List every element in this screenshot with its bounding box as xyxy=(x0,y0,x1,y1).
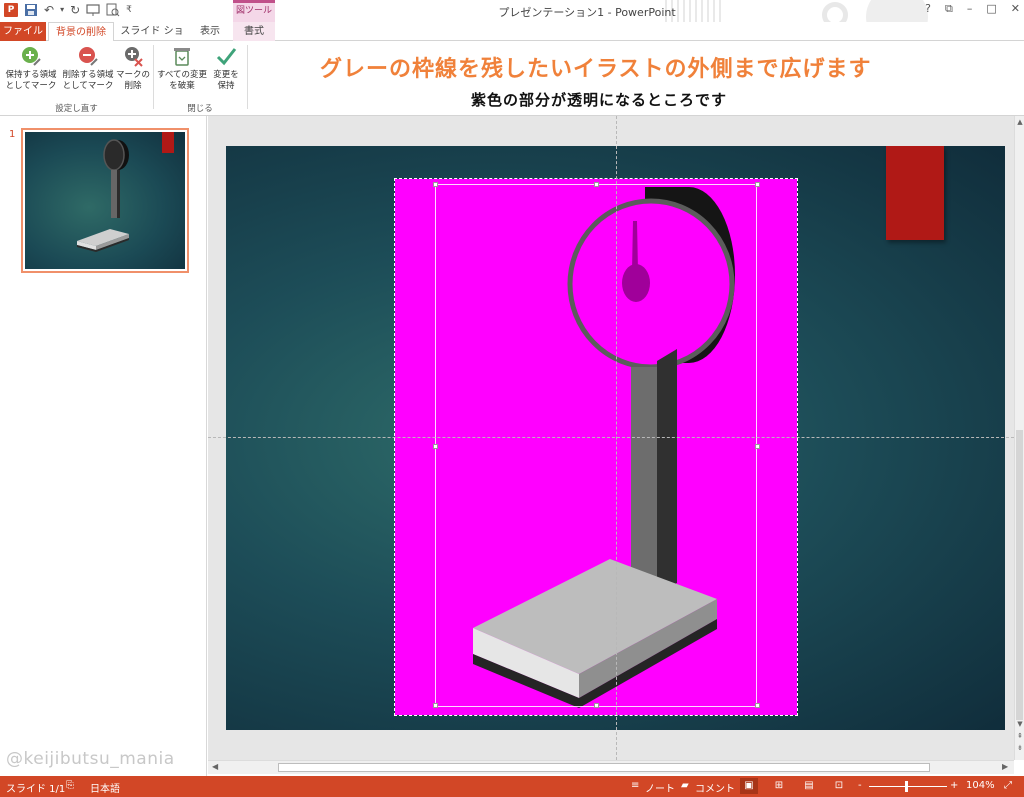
maximize-button[interactable]: □ xyxy=(986,2,996,16)
vertical-guide[interactable] xyxy=(616,116,617,760)
resize-handle[interactable] xyxy=(433,182,438,187)
resize-handle[interactable] xyxy=(755,444,760,449)
vertical-scrollbar[interactable]: ▲ ▼ ⇞ ⇟ xyxy=(1014,116,1024,760)
ribbon: 保持する領域 としてマーク 削除する領域 としてマーク マークの 削除 設定し直… xyxy=(0,41,1024,116)
scroll-up-icon[interactable]: ▲ xyxy=(1015,118,1024,126)
minimize-button[interactable]: – xyxy=(967,2,973,16)
resize-handle[interactable] xyxy=(594,703,599,708)
checkmark-icon xyxy=(216,48,237,66)
window-controls: ? ⧉ – □ ✕ xyxy=(925,2,1020,16)
notes-button[interactable]: ノート xyxy=(645,780,675,795)
tab-background-removal[interactable]: 背景の削除 xyxy=(48,22,114,42)
scroll-right-icon[interactable]: ▶ xyxy=(1002,762,1008,771)
trash-icon xyxy=(174,48,190,66)
slide-sorter-view-button[interactable]: ⊞ xyxy=(770,778,788,794)
ribbon-separator xyxy=(247,45,248,109)
comments-icon[interactable]: ▰ xyxy=(681,780,689,791)
ribbon-separator xyxy=(153,45,154,109)
fit-to-window-icon[interactable]: ⤢ xyxy=(1004,780,1012,791)
plus-pencil-icon xyxy=(22,47,41,66)
discard-all-changes-button[interactable]: すべての変更 を破棄 xyxy=(156,45,208,92)
next-slide-icon[interactable]: ⇟ xyxy=(1015,744,1024,752)
status-bar: スライド 1/1 ⎘ 日本語 ≡ ノート ▰ コメント ▣ ⊞ ▤ ⊡ - + … xyxy=(0,776,1024,797)
slideshow-view-button[interactable]: ⊡ xyxy=(830,778,848,794)
keep-changes-button[interactable]: 変更を 保持 xyxy=(208,45,244,92)
notes-icon[interactable]: ≡ xyxy=(631,780,639,791)
group-label-refine: 設定し直す xyxy=(55,104,98,114)
red-rectangle-shape[interactable] xyxy=(886,146,944,240)
resize-handle[interactable] xyxy=(433,703,438,708)
horizontal-scrollbar[interactable]: ◀ ▶ xyxy=(208,760,1014,774)
annotation-subline: 紫色の部分が透明になるところです xyxy=(471,91,728,109)
previous-slide-icon[interactable]: ⇞ xyxy=(1015,732,1024,740)
slide-thumbnail[interactable] xyxy=(21,128,189,273)
title-bar: P ↶ ▾ ↻ ₹ 図ツール プレゼンテーション1 - PowerPoint ?… xyxy=(0,0,1024,48)
spelling-icon[interactable]: ⎘ xyxy=(66,780,74,791)
comments-button[interactable]: コメント xyxy=(695,780,735,795)
resize-handle[interactable] xyxy=(433,444,438,449)
horizontal-scroll-thumb[interactable] xyxy=(278,763,930,772)
normal-view-button[interactable]: ▣ xyxy=(740,778,758,794)
removal-marquee[interactable] xyxy=(433,182,760,708)
tab-view[interactable]: 表示 xyxy=(190,22,230,41)
horizontal-guide[interactable] xyxy=(208,437,1014,438)
help-button[interactable]: ? xyxy=(925,2,931,16)
mark-areas-to-keep-button[interactable]: 保持する領域 としてマーク xyxy=(3,45,59,92)
resize-handle[interactable] xyxy=(755,703,760,708)
scroll-left-icon[interactable]: ◀ xyxy=(212,762,218,771)
annotation-headline: グレーの枠線を残したいイラストの外側まで広げます xyxy=(320,57,872,82)
minus-pencil-icon xyxy=(79,47,98,66)
resize-handle[interactable] xyxy=(594,182,599,187)
slide-counter[interactable]: スライド 1/1 xyxy=(6,780,65,795)
scroll-down-icon[interactable]: ▼ xyxy=(1015,720,1024,728)
group-label-close: 閉じる xyxy=(187,104,213,114)
tab-format[interactable]: 書式 xyxy=(233,22,275,41)
zoom-slider-thumb[interactable] xyxy=(905,781,908,792)
window-title: プレゼンテーション1 - PowerPoint xyxy=(498,6,676,19)
ribbon-display-button[interactable]: ⧉ xyxy=(945,2,953,16)
language-indicator[interactable]: 日本語 xyxy=(90,780,120,795)
slide-editing-area[interactable] xyxy=(208,116,1014,760)
close-button[interactable]: ✕ xyxy=(1011,2,1020,16)
delete-mark-button[interactable]: マークの 削除 xyxy=(116,45,150,92)
resize-handle[interactable] xyxy=(755,182,760,187)
mark-areas-to-remove-button[interactable]: 削除する領域 としてマーク xyxy=(60,45,116,92)
vertical-scroll-thumb[interactable] xyxy=(1016,430,1023,720)
zoom-in-button[interactable]: + xyxy=(950,780,958,791)
slide-thumbnail-pane: 1 @keijibutsu_mania xyxy=(0,116,207,776)
tab-slideshow[interactable]: スライド ショー xyxy=(120,22,184,56)
reading-view-button[interactable]: ▤ xyxy=(800,778,818,794)
zoom-level[interactable]: 104% xyxy=(966,780,995,791)
zoom-out-button[interactable]: - xyxy=(858,780,862,791)
zoom-slider[interactable] xyxy=(869,786,947,787)
tab-file[interactable]: ファイル xyxy=(0,22,46,41)
ribbon-tabs: ファイル 背景の削除 スライド ショー 表示 書式 xyxy=(0,22,1024,56)
watermark: @keijibutsu_mania xyxy=(6,749,175,769)
slide-number: 1 xyxy=(9,129,16,140)
thumbnail-scale-illustration xyxy=(77,132,174,252)
delete-mark-icon xyxy=(125,47,143,67)
